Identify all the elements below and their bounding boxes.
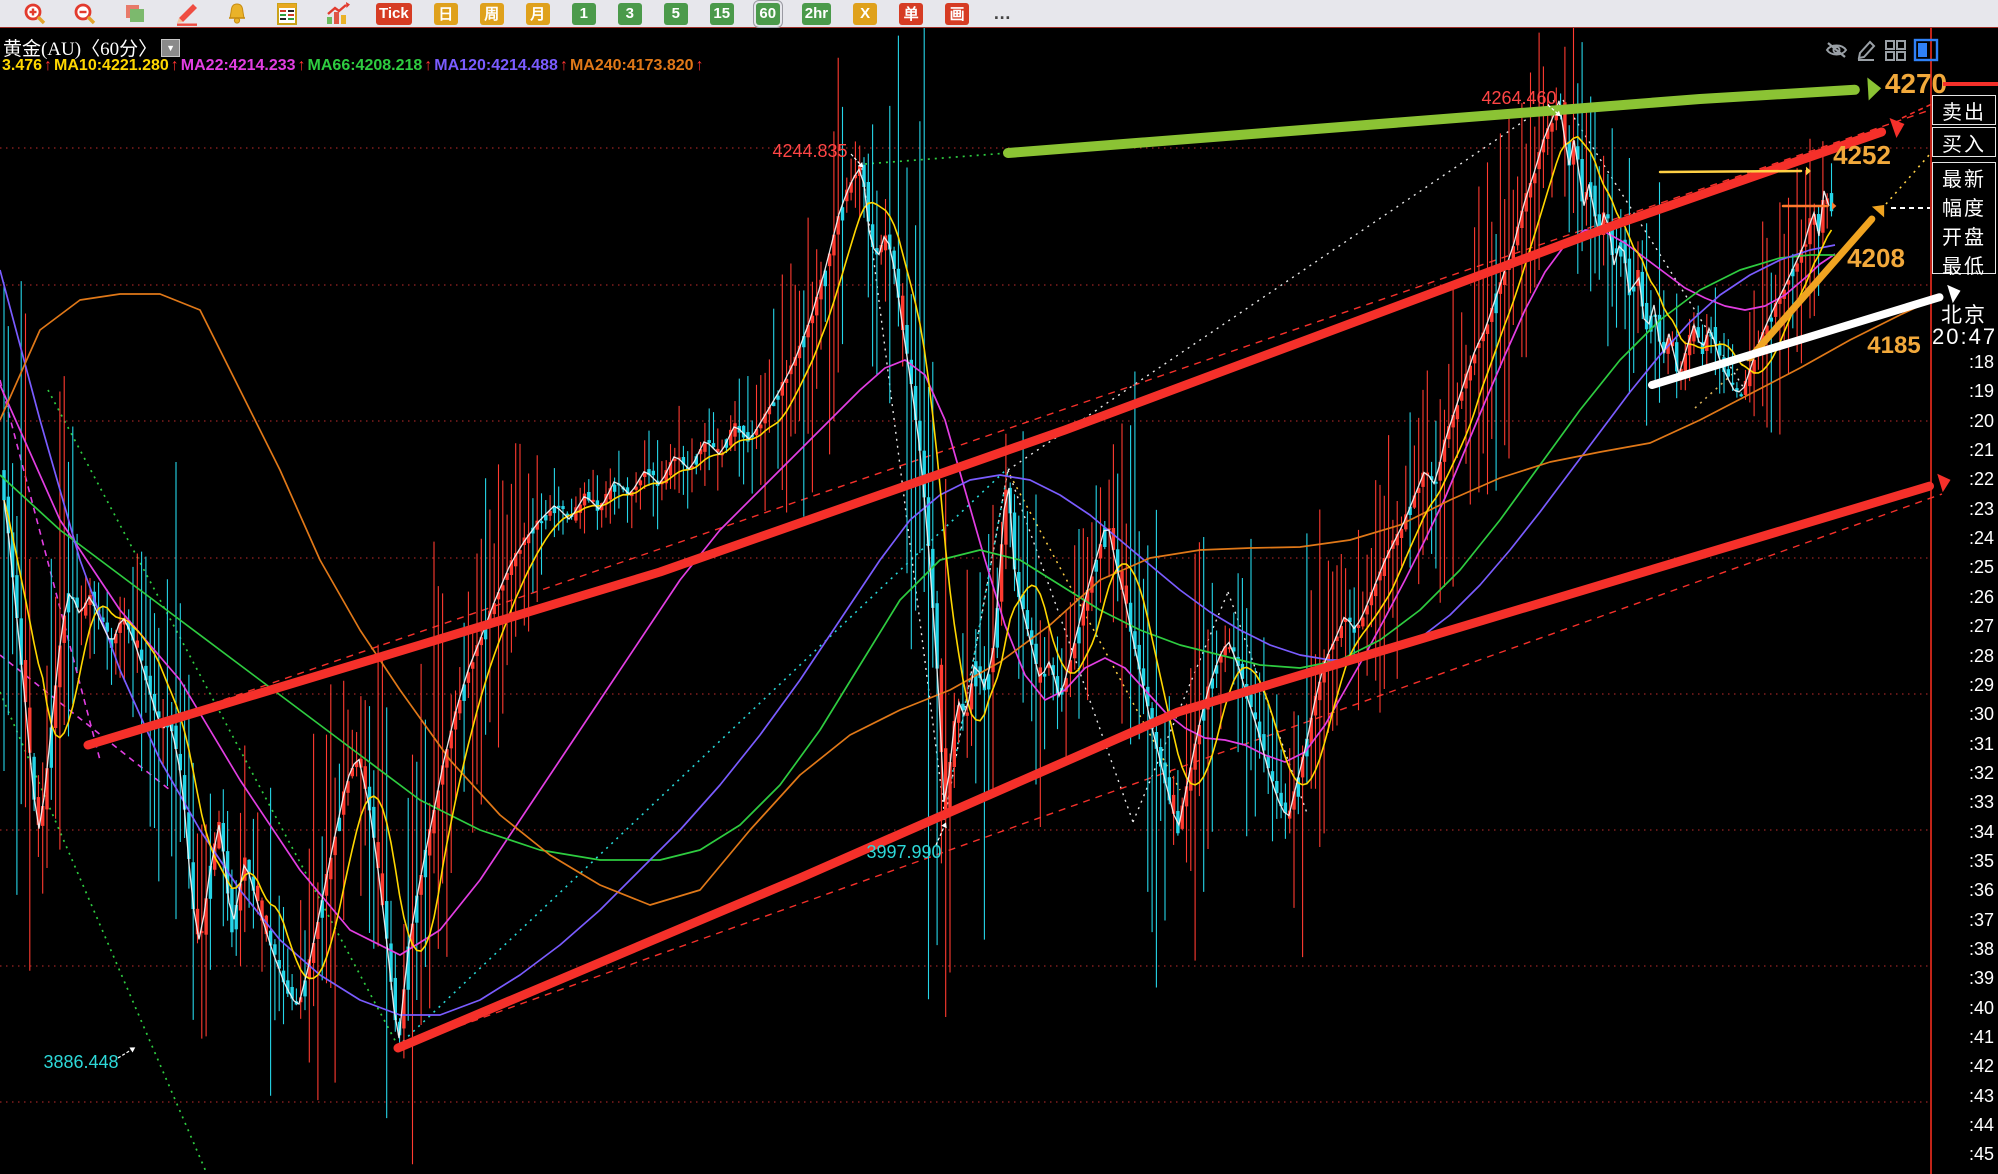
ma-value-0: MA10:4221.280 — [54, 57, 169, 74]
time-axis-label: :30 — [1930, 704, 1994, 725]
up-arrow-icon: ↑ — [424, 57, 432, 74]
period-1min-button[interactable]: 1 — [572, 3, 596, 25]
sell-button[interactable]: 卖出 — [1932, 95, 1996, 125]
bar-chart-icon — [325, 2, 351, 26]
hide-drawings-icon[interactable] — [1824, 38, 1849, 67]
order-button[interactable]: 单 — [899, 3, 923, 25]
overlap-squares-icon — [123, 2, 147, 26]
edit-pencil-icon[interactable] — [1855, 38, 1877, 67]
time-axis-label: :22 — [1930, 469, 1994, 490]
period-2hr-button[interactable]: 2hr — [802, 3, 831, 25]
toolbar: Tick 日周月135 15 60 2hr X单画 … — [0, 0, 1998, 28]
time-axis-label: :36 — [1930, 880, 1994, 901]
quote-row-1: 幅度 — [1942, 192, 1986, 221]
table-icon — [275, 2, 299, 26]
time-axis-label: :24 — [1930, 528, 1994, 549]
ma-value-3: MA120:4214.488 — [434, 57, 558, 74]
ma-value-2: MA66:4208.218 — [308, 57, 423, 74]
period-day-button[interactable]: 日 — [434, 3, 458, 25]
time-axis-label: :35 — [1930, 851, 1994, 872]
time-axis-label: :19 — [1930, 381, 1994, 402]
time-axis-label: :33 — [1930, 792, 1994, 813]
ma-value-4: MA240:4173.820 — [570, 57, 694, 74]
time-axis-label: :44 — [1930, 1115, 1994, 1136]
period-5min-button[interactable]: 5 — [664, 3, 688, 25]
time-axis-label: :21 — [1930, 440, 1994, 461]
time-axis-label: :42 — [1930, 1056, 1994, 1077]
time-axis-label: :41 — [1930, 1027, 1994, 1048]
period-3min-button[interactable]: 3 — [618, 3, 642, 25]
paint-button[interactable]: 画 — [945, 3, 969, 25]
zoom-in-button[interactable] — [20, 3, 50, 25]
time-axis-label: :20 — [1930, 411, 1994, 432]
time-axis-label: :26 — [1930, 587, 1994, 608]
panel-toggle-icon[interactable] — [1913, 38, 1939, 67]
quote-row-2: 开盘 — [1942, 221, 1986, 250]
chart-canvas[interactable] — [0, 28, 1930, 1174]
up-arrow-icon: ↑ — [560, 57, 568, 74]
up-arrow-icon: ↑ — [171, 57, 179, 74]
chevron-down-icon[interactable]: ▼ — [161, 39, 180, 57]
period-month-button[interactable]: 月 — [526, 3, 550, 25]
quote-table-button[interactable] — [272, 3, 302, 25]
chart-tool-icons — [1824, 38, 1939, 67]
up-arrow-icon: ↑ — [298, 57, 306, 74]
time-axis-label: :23 — [1930, 499, 1994, 520]
time-axis-label: :37 — [1930, 910, 1994, 931]
buy-button[interactable]: 买入 — [1932, 127, 1996, 157]
time-axis-label: :40 — [1930, 998, 1994, 1019]
time-axis-label: :38 — [1930, 939, 1994, 960]
magnifier-plus-icon — [23, 2, 47, 26]
clock-label: 20:47 — [1932, 324, 1996, 350]
side-panel: 卖出买入最新幅度开盘最低北京20:47:18:19:20:21:22:23:24… — [1930, 28, 1998, 1174]
alert-bell-button[interactable] — [222, 3, 252, 25]
custom-x-button[interactable]: X — [853, 3, 877, 25]
quote-row-3: 最低 — [1942, 250, 1986, 279]
time-axis-label: :31 — [1930, 734, 1994, 755]
period-week-button[interactable]: 周 — [480, 3, 504, 25]
period-tick-button[interactable]: Tick — [376, 3, 412, 25]
quote-row-0: 最新 — [1942, 163, 1986, 192]
period-15min-button[interactable]: 15 — [710, 3, 734, 25]
time-axis-label: :45 — [1930, 1144, 1994, 1165]
pencil-icon — [173, 2, 199, 26]
time-axis-label: :32 — [1930, 763, 1994, 784]
copy-layers-button[interactable] — [120, 3, 150, 25]
ma-indicator-row: 3.476↑MA10:4221.280↑MA22:4214.233↑MA66:4… — [2, 57, 706, 75]
time-axis-label: :28 — [1930, 646, 1994, 667]
last-price-fragment: 3.476 — [2, 57, 42, 74]
draw-pencil-button[interactable] — [170, 3, 202, 25]
quote-info-box: 最新幅度开盘最低 — [1932, 162, 1996, 274]
up-arrow-icon: ↑ — [696, 57, 704, 74]
magnifier-minus-icon — [73, 2, 97, 26]
grid-layout-icon[interactable] — [1883, 38, 1907, 67]
time-axis-label: :39 — [1930, 968, 1994, 989]
period-60min-button[interactable]: 60 — [756, 3, 780, 25]
time-axis-label: :43 — [1930, 1086, 1994, 1107]
trading-app: Tick日周月13515602hrX单画… 黄金(AU)〈60分〉 ▼ 3.47… — [0, 0, 1998, 1174]
time-axis-label: :34 — [1930, 822, 1994, 843]
more-button[interactable]: … — [993, 3, 1012, 24]
zoom-out-button[interactable] — [70, 3, 100, 25]
time-axis-label: :27 — [1930, 616, 1994, 637]
up-arrow-icon: ↑ — [44, 57, 52, 74]
bell-icon — [225, 2, 249, 26]
ma-value-1: MA22:4214.233 — [181, 57, 296, 74]
time-axis-label: :25 — [1930, 557, 1994, 578]
stats-chart-button[interactable] — [322, 3, 354, 25]
time-axis-label: :29 — [1930, 675, 1994, 696]
time-axis-label: :18 — [1930, 352, 1994, 373]
